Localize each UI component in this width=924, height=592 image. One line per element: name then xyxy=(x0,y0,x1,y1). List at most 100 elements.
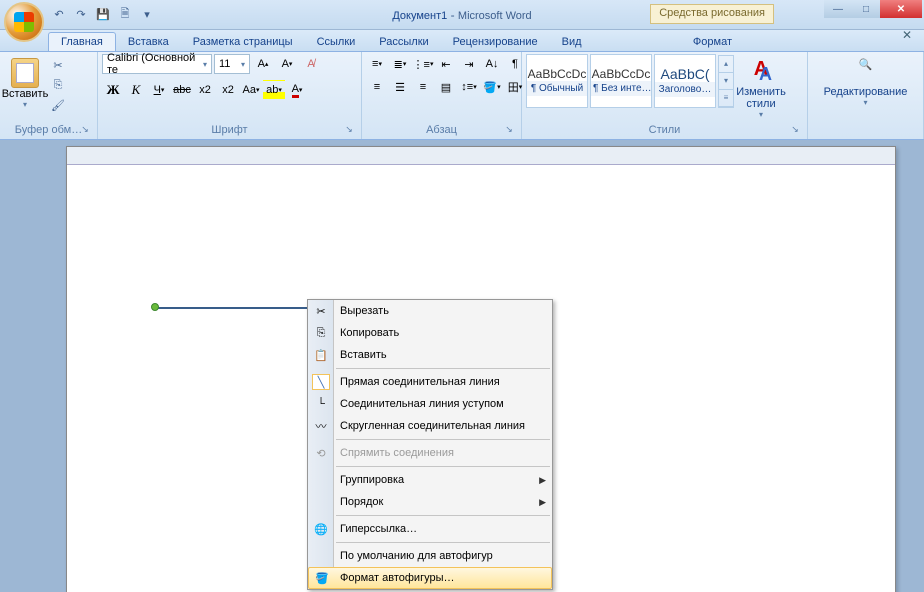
document-close-button[interactable]: ✕ xyxy=(902,28,918,42)
group-label-font: Шрифт↘ xyxy=(102,123,357,137)
reroute-icon: ⟲ xyxy=(312,445,330,461)
group-editing: 🔍 Редактирование ▾ xyxy=(808,52,924,139)
change-styles-button[interactable]: AA Изменить стили ▾ xyxy=(736,54,786,119)
style-heading[interactable]: AaBbC(Заголово… xyxy=(654,54,716,108)
tab-insert[interactable]: Вставка xyxy=(116,33,181,51)
menu-format-autoshape[interactable]: 🪣Формат автофигуры… xyxy=(308,567,552,589)
font-launcher[interactable]: ↘ xyxy=(343,124,355,136)
change-case-button[interactable]: Aa▾ xyxy=(240,80,262,100)
editing-button[interactable]: 🔍 Редактирование ▾ xyxy=(821,54,911,107)
styles-gallery: AaBbCcDc¶ Обычный AaBbCcDc¶ Без инте… Aa… xyxy=(526,54,734,108)
tab-view[interactable]: Вид xyxy=(550,33,594,51)
redo-button[interactable]: ↷ xyxy=(72,6,90,24)
office-logo-icon xyxy=(14,12,34,32)
sort-button[interactable]: A↓ xyxy=(481,54,503,74)
bullets-button[interactable]: ≡▾ xyxy=(366,54,388,74)
clipboard-launcher[interactable]: ↘ xyxy=(79,124,91,136)
styles-scroll-down[interactable]: ▾ xyxy=(719,73,733,90)
elbow-connector-icon: └ xyxy=(312,396,330,412)
style-no-spacing[interactable]: AaBbCcDc¶ Без инте… xyxy=(590,54,652,108)
paragraph-launcher[interactable]: ↘ xyxy=(503,124,515,136)
increase-indent-button[interactable]: ⇥ xyxy=(458,54,480,74)
menu-cut[interactable]: ✂Вырезать xyxy=(308,300,552,322)
find-icon: 🔍 xyxy=(852,58,880,84)
hyperlink-icon: 🌐 xyxy=(312,521,330,537)
undo-button[interactable]: ↶ xyxy=(50,6,68,24)
paste-button[interactable]: Вставить ▾ xyxy=(4,54,46,109)
group-paragraph: ≡▾ ≣▾ ⋮≡▾ ⇤ ⇥ A↓ ¶ ≡ ☰ ≡ ▤ ↕≡▾ 🪣▾ 田▾ Абз… xyxy=(362,52,522,139)
bold-button[interactable]: Ж xyxy=(102,80,124,100)
format-painter-button[interactable]: 🖌 xyxy=(48,96,68,114)
align-center-button[interactable]: ☰ xyxy=(389,77,411,97)
tab-page-layout[interactable]: Разметка страницы xyxy=(181,33,305,51)
cut-button[interactable]: ✂ xyxy=(48,56,68,74)
align-right-button[interactable]: ≡ xyxy=(412,77,434,97)
italic-button[interactable]: К xyxy=(125,80,147,100)
multilevel-button[interactable]: ⋮≡▾ xyxy=(412,54,434,74)
grow-font-button[interactable]: A▴ xyxy=(252,54,274,74)
highlight-button[interactable]: ab▾ xyxy=(263,80,285,100)
copy-button[interactable]: ⎘ xyxy=(48,76,68,94)
clear-formatting-button[interactable]: A̸ xyxy=(300,54,322,74)
shrink-font-button[interactable]: A▾ xyxy=(276,54,298,74)
menu-hyperlink[interactable]: 🌐Гиперссылка… xyxy=(308,518,552,540)
group-font: Calibri (Основной те▾ 11▾ A▴ A▾ A̸ Ж К Ч… xyxy=(98,52,362,139)
titlebar: ↶ ↷ 💾 🗎 ▾ Документ1 - Microsoft Word Сре… xyxy=(0,0,924,30)
menu-paste[interactable]: 📋Вставить xyxy=(308,344,552,366)
tab-format[interactable]: Формат xyxy=(681,33,744,51)
shape-line[interactable] xyxy=(154,307,314,309)
style-normal[interactable]: AaBbCcDc¶ Обычный xyxy=(526,54,588,108)
justify-button[interactable]: ▤ xyxy=(435,77,457,97)
menu-separator-5 xyxy=(336,542,550,543)
ruler[interactable] xyxy=(67,147,895,165)
underline-button[interactable]: Ч ▾ xyxy=(148,80,170,100)
ribbon: Вставить ▾ ✂ ⎘ 🖌 Буфер обм…↘ Calibri (Ос… xyxy=(0,52,924,140)
paste-icon: 📋 xyxy=(312,347,330,363)
tab-home[interactable]: Главная xyxy=(48,32,116,51)
close-button[interactable]: ✕ xyxy=(880,0,922,18)
menu-separator-4 xyxy=(336,515,550,516)
group-label-styles: Стили↘ xyxy=(526,123,803,137)
menu-separator-3 xyxy=(336,466,550,467)
tab-mailings[interactable]: Рассылки xyxy=(367,33,440,51)
styles-expand[interactable]: ≡ xyxy=(719,90,733,107)
align-left-button[interactable]: ≡ xyxy=(366,77,388,97)
styles-scroll-up[interactable]: ▴ xyxy=(719,56,733,73)
menu-straight-connector[interactable]: ╲Прямая соединительная линия xyxy=(308,371,552,393)
menu-reroute: ⟲Спрямить соединения xyxy=(308,442,552,464)
subscript-button[interactable]: x2 xyxy=(194,80,216,100)
font-color-button[interactable]: A▾ xyxy=(286,80,308,100)
styles-launcher[interactable]: ↘ xyxy=(789,124,801,136)
shading-button[interactable]: 🪣▾ xyxy=(481,77,503,97)
font-name-combo[interactable]: Calibri (Основной те▾ xyxy=(102,54,212,74)
superscript-button[interactable]: x2 xyxy=(217,80,239,100)
office-button[interactable] xyxy=(4,2,44,42)
font-size-combo[interactable]: 11▾ xyxy=(214,54,250,74)
curved-connector-icon: 〰 xyxy=(312,418,330,434)
menu-grouping[interactable]: Группировка▶ xyxy=(308,469,552,491)
styles-scroll: ▴ ▾ ≡ xyxy=(718,55,734,108)
menu-default-autoshape[interactable]: По умолчанию для автофигур xyxy=(308,545,552,567)
decrease-indent-button[interactable]: ⇤ xyxy=(435,54,457,74)
tab-review[interactable]: Рецензирование xyxy=(441,33,550,51)
minimize-button[interactable]: — xyxy=(824,0,852,18)
menu-curved-connector[interactable]: 〰Скругленная соединительная линия xyxy=(308,415,552,437)
qat-customize-button[interactable]: ▾ xyxy=(138,6,156,24)
maximize-button[interactable]: □ xyxy=(852,0,880,18)
menu-separator-2 xyxy=(336,439,550,440)
shape-handle-start[interactable] xyxy=(151,303,159,311)
numbering-button[interactable]: ≣▾ xyxy=(389,54,411,74)
window-title: Документ1 - Microsoft Word xyxy=(392,8,531,22)
menu-order[interactable]: Порядок▶ xyxy=(308,491,552,513)
menu-elbow-connector[interactable]: └Соединительная линия уступом xyxy=(308,393,552,415)
group-styles: AaBbCcDc¶ Обычный AaBbCcDc¶ Без инте… Aa… xyxy=(522,52,808,139)
tab-references[interactable]: Ссылки xyxy=(305,33,368,51)
print-preview-button[interactable]: 🗎 xyxy=(116,6,134,24)
strikethrough-button[interactable]: abc xyxy=(171,80,193,100)
menu-copy[interactable]: ⎘Копировать xyxy=(308,322,552,344)
save-button[interactable]: 💾 xyxy=(94,6,112,24)
group-label-clipboard: Буфер обм…↘ xyxy=(4,123,93,137)
menu-separator-1 xyxy=(336,368,550,369)
line-spacing-button[interactable]: ↕≡▾ xyxy=(458,77,480,97)
group-clipboard: Вставить ▾ ✂ ⎘ 🖌 Буфер обм…↘ xyxy=(0,52,98,139)
